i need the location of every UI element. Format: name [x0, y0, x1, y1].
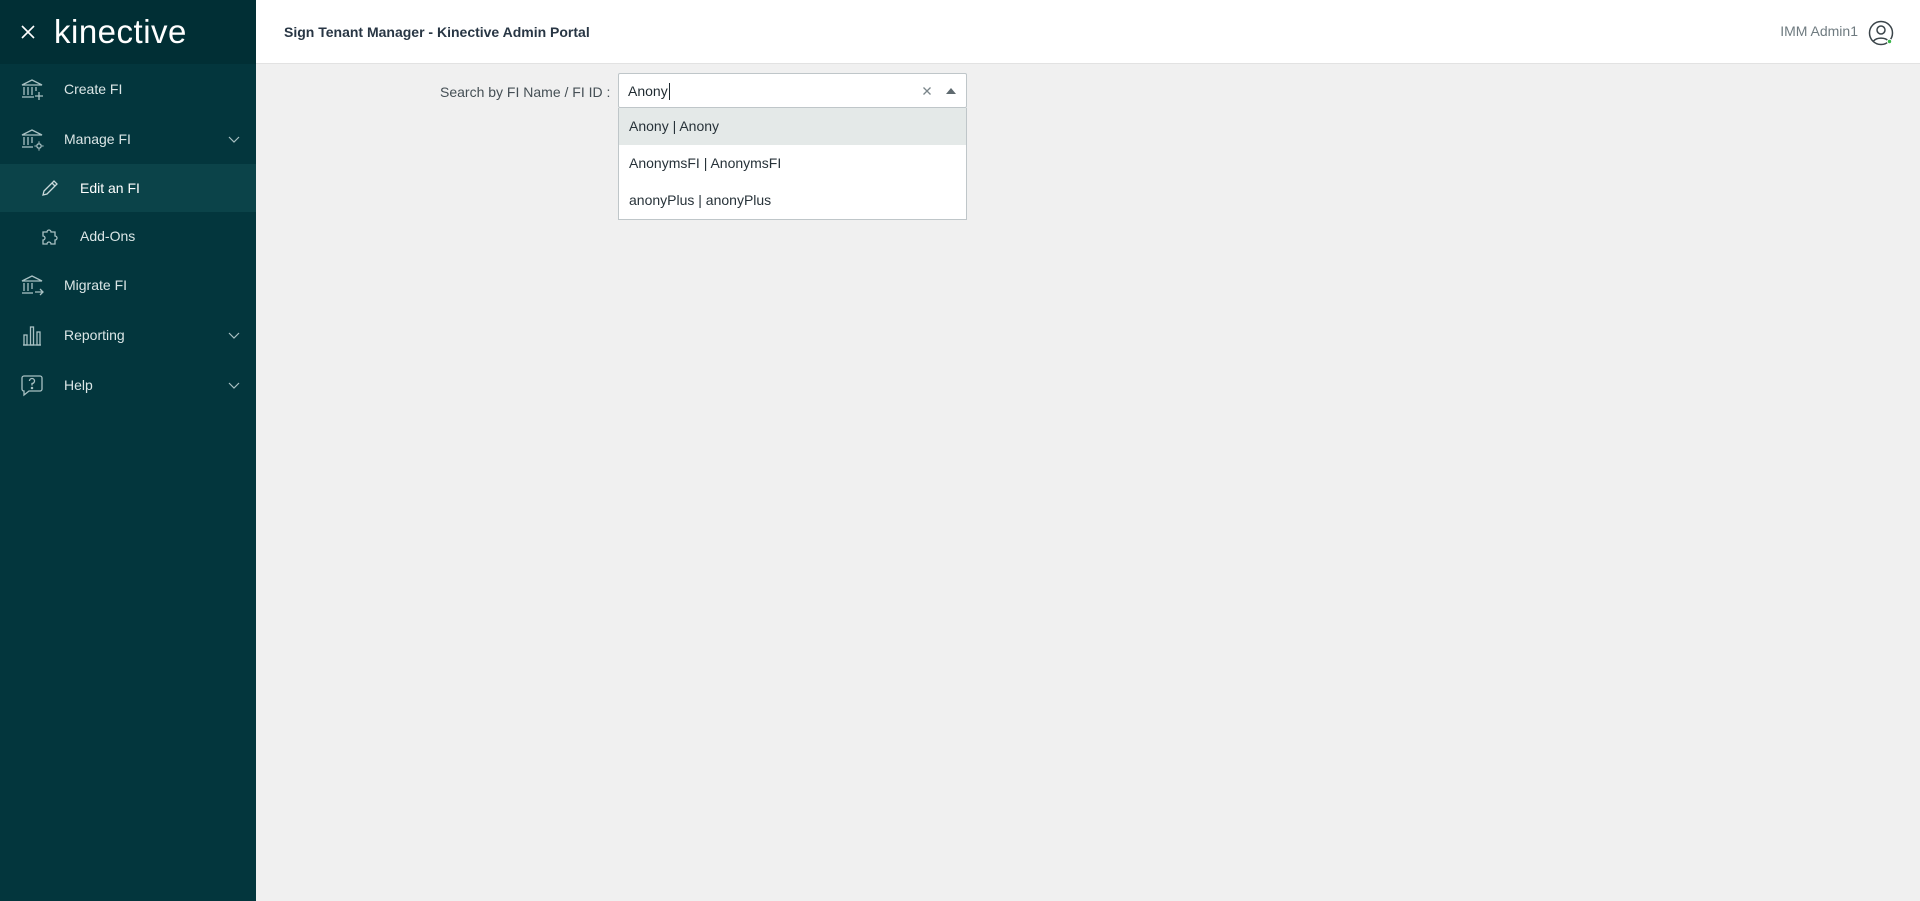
clear-icon[interactable]	[920, 84, 934, 98]
sidebar-item-label: Reporting	[64, 327, 125, 343]
chevron-down-icon	[228, 332, 240, 339]
sidebar-item-help[interactable]: Help	[0, 360, 256, 410]
chevron-down-icon	[228, 136, 240, 143]
sidebar-nav: Create FI Manage FI Edit an FI Add-Ons M…	[0, 64, 256, 410]
dropdown-option[interactable]: anonyPlus | anonyPlus	[619, 182, 966, 219]
sidebar-item-manage-fi[interactable]: Manage FI	[0, 114, 256, 164]
sidebar-item-edit-an-fi[interactable]: Edit an FI	[0, 164, 256, 212]
page-title: Sign Tenant Manager - Kinective Admin Po…	[284, 24, 590, 40]
text-cursor	[669, 83, 670, 100]
sidebar-item-label: Migrate FI	[64, 277, 128, 293]
kinective-logo: kinective	[54, 13, 187, 50]
fi-search-combobox[interactable]	[618, 73, 967, 108]
sidebar-item-reporting[interactable]: Reporting	[0, 310, 256, 360]
sidebar-item-label: Add-Ons	[80, 228, 136, 244]
sidebar: kinective Create FI Manage FI Edit an FI	[0, 0, 256, 901]
sidebar-item-create-fi[interactable]: Create FI	[0, 64, 256, 114]
close-icon[interactable]	[18, 22, 38, 42]
pencil-icon	[38, 176, 62, 200]
caret-up-icon[interactable]	[946, 88, 956, 94]
dropdown-option[interactable]: AnonymsFI | AnonymsFI	[619, 145, 966, 182]
sidebar-item-add-ons[interactable]: Add-Ons	[0, 212, 256, 260]
puzzle-icon	[38, 224, 62, 248]
sidebar-item-label: Help	[64, 377, 93, 393]
bar-chart-icon	[20, 323, 44, 347]
bank-add-icon	[20, 77, 44, 101]
sidebar-header: kinective	[0, 0, 256, 64]
sidebar-item-label: Manage FI	[64, 131, 131, 147]
bank-gear-icon	[20, 127, 44, 151]
top-bar: Sign Tenant Manager - Kinective Admin Po…	[256, 0, 1920, 64]
chevron-down-icon	[228, 382, 240, 389]
sidebar-item-label: Edit an FI	[80, 180, 140, 196]
search-label: Search by FI Name / FI ID :	[440, 84, 611, 100]
help-bubble-icon	[20, 373, 44, 397]
user-name[interactable]: IMM Admin1	[1780, 23, 1858, 39]
sidebar-item-label: Create FI	[64, 81, 123, 97]
fi-search-dropdown: Anony | Anony AnonymsFI | AnonymsFI anon…	[618, 108, 967, 220]
dropdown-option[interactable]: Anony | Anony	[619, 108, 966, 145]
sidebar-item-migrate-fi[interactable]: Migrate FI	[0, 260, 256, 310]
bank-arrow-icon	[20, 273, 44, 297]
user-avatar-icon[interactable]	[1868, 20, 1894, 46]
